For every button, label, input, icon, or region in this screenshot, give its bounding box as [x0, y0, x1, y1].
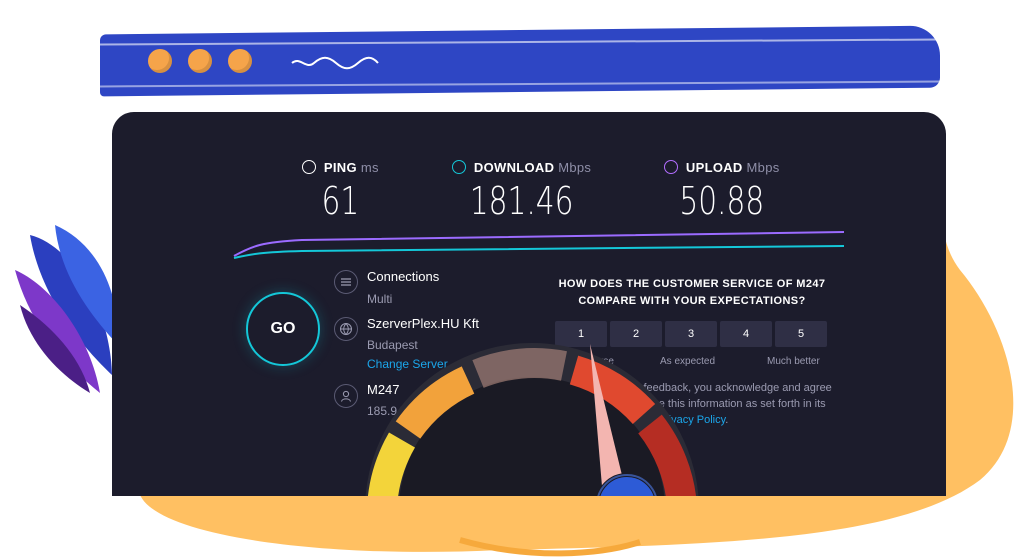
gauge-segment-yellow — [367, 432, 416, 496]
browser-window-bar — [100, 25, 940, 97]
window-dot-maximize — [228, 49, 252, 73]
upload-value: 50.88 — [679, 179, 765, 223]
connections-icon — [334, 270, 358, 294]
window-dot-minimize — [188, 49, 212, 73]
squiggle-decoration — [291, 56, 379, 70]
speedtest-panel: PING ms 61 DOWNLOAD Mbps 181.46 UPLOAD M… — [112, 112, 946, 496]
connections-title: Connections — [367, 269, 440, 284]
download-metric: DOWNLOAD Mbps 181.46 — [452, 160, 591, 223]
connections-mode[interactable]: Multi — [367, 292, 392, 306]
disclaimer-end: . — [725, 414, 729, 426]
rating-4-button[interactable]: 4 — [720, 321, 772, 347]
speed-graph — [233, 231, 844, 259]
scale-high-label: Much better — [767, 356, 820, 367]
go-button[interactable]: GO — [246, 292, 320, 366]
window-dot-close — [148, 49, 172, 73]
ping-icon — [302, 160, 316, 174]
download-arrow-icon — [452, 160, 466, 174]
rating-5-button[interactable]: 5 — [775, 321, 827, 347]
gauge-segment-muted — [472, 348, 567, 389]
upload-metric: UPLOAD Mbps 50.88 — [664, 160, 780, 223]
upload-arrow-icon — [664, 160, 678, 174]
ping-value: 61 — [321, 179, 360, 223]
download-label: DOWNLOAD — [473, 160, 555, 175]
upload-label: UPLOAD — [685, 160, 743, 175]
upload-unit: Mbps — [746, 160, 780, 175]
ping-metric: PING ms 61 — [302, 160, 379, 223]
ping-label: PING — [323, 160, 357, 175]
download-unit: Mbps — [558, 160, 592, 175]
survey-question: HOW DOES THE CUSTOMER SERVICE OF M247 CO… — [558, 278, 826, 307]
server-name: SzerverPlex.HU Kft — [367, 316, 479, 331]
speed-gauge — [365, 343, 699, 496]
ping-unit: ms — [360, 160, 379, 175]
download-value: 181.46 — [469, 179, 574, 223]
